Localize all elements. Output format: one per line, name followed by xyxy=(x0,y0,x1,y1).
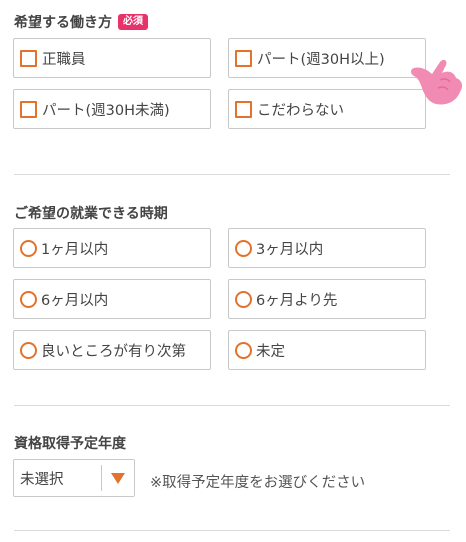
timing-option-after-6months[interactable]: 6ヶ月より先 xyxy=(228,279,426,319)
timing-option-1month[interactable]: 1ヶ月以内 xyxy=(13,228,211,268)
option-label: 良いところが有り次第 xyxy=(41,343,186,360)
radio-icon xyxy=(235,341,252,359)
timing-option-undecided[interactable]: 未定 xyxy=(228,330,426,370)
option-label: 6ヶ月より先 xyxy=(256,292,338,309)
work-style-option-part-30plus[interactable]: パート(週30H以上) xyxy=(228,38,426,78)
pointing-hand-icon xyxy=(411,59,463,105)
section-title-start-timing: ご希望の就業できる時期 xyxy=(14,203,168,223)
radio-icon xyxy=(235,239,252,257)
start-timing-title: ご希望の就業できる時期 xyxy=(14,206,168,222)
divider xyxy=(14,530,450,531)
checkbox-icon xyxy=(235,49,252,67)
radio-icon xyxy=(20,239,37,257)
timing-option-when-found[interactable]: 良いところが有り次第 xyxy=(13,330,211,370)
section-title-work-style: 希望する働き方 必須 xyxy=(14,12,148,32)
option-label: パート(週30H未満) xyxy=(42,102,170,119)
option-label: 1ヶ月以内 xyxy=(41,241,109,258)
required-badge: 必須 xyxy=(118,14,148,30)
divider xyxy=(14,405,450,406)
work-style-option-fulltime[interactable]: 正職員 xyxy=(13,38,211,78)
qualification-year-select[interactable]: 未選択 xyxy=(13,459,135,497)
checkbox-icon xyxy=(20,49,37,67)
option-label: こだわらない xyxy=(257,102,344,119)
timing-option-3months[interactable]: 3ヶ月以内 xyxy=(228,228,426,268)
triangle-down-icon[interactable] xyxy=(102,472,134,484)
radio-icon xyxy=(235,290,252,308)
qualification-year-note: ※取得予定年度をお選びください xyxy=(150,475,366,491)
select-value: 未選択 xyxy=(20,471,64,488)
checkbox-icon xyxy=(20,100,37,118)
option-label: 正職員 xyxy=(42,51,86,68)
qualification-year-title: 資格取得予定年度 xyxy=(14,436,126,452)
option-label: 未定 xyxy=(256,343,285,360)
radio-icon xyxy=(20,341,37,359)
work-style-title: 希望する働き方 xyxy=(14,15,112,31)
work-style-option-any[interactable]: こだわらない xyxy=(228,89,426,129)
radio-icon xyxy=(20,290,37,308)
checkbox-icon xyxy=(235,100,252,118)
option-label: 6ヶ月以内 xyxy=(41,292,109,309)
divider xyxy=(14,174,450,175)
timing-option-6months[interactable]: 6ヶ月以内 xyxy=(13,279,211,319)
option-label: 3ヶ月以内 xyxy=(256,241,324,258)
work-style-option-part-under30[interactable]: パート(週30H未満) xyxy=(13,89,211,129)
option-label: パート(週30H以上) xyxy=(257,51,385,68)
section-title-qualification-year: 資格取得予定年度 xyxy=(14,433,126,453)
